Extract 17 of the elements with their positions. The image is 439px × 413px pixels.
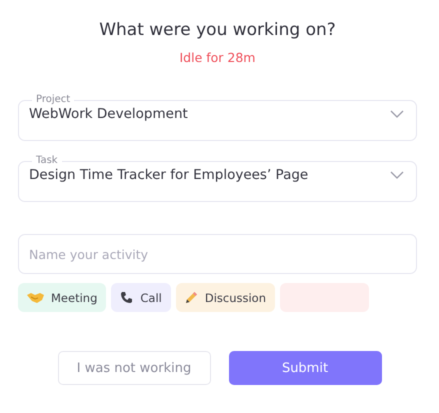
field-label: Project (35, 94, 72, 106)
chevron-down-icon (390, 110, 404, 118)
submit-button[interactable]: Submit (228, 351, 382, 385)
activity-chip[interactable]: Discussion (176, 283, 275, 312)
activity-field[interactable]: Name your activity (18, 234, 417, 274)
dialog-title: What were you working on? (99, 20, 336, 40)
chevron-down-icon (390, 171, 404, 179)
select-field[interactable]: Project WebWork Development (18, 94, 417, 141)
pencil-icon (184, 291, 198, 304)
activity-chip[interactable]: Call (111, 283, 171, 312)
field-value: WebWork Development (29, 106, 188, 122)
field-value: Design Time Tracker for Employees’ Page (29, 167, 308, 183)
activity-chip[interactable]: Meeting (18, 283, 106, 312)
phone-icon (120, 291, 134, 304)
field-label: Task (35, 155, 59, 167)
idle-time: Idle for 28m (179, 50, 256, 65)
select-field[interactable]: Task Design Time Tracker for Employees’ Page (18, 155, 417, 202)
